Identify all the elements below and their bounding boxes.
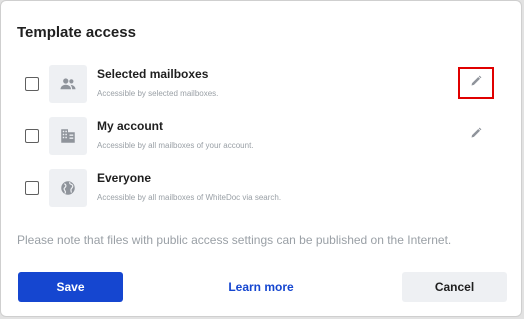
everyone-checkbox[interactable] (25, 181, 39, 195)
edit-my-account-button[interactable] (458, 119, 494, 151)
edit-selected-mailboxes-button[interactable] (458, 67, 494, 99)
dialog-title: Template access (17, 24, 136, 41)
pencil-icon (470, 126, 482, 144)
selected-mailboxes-checkbox[interactable] (25, 77, 39, 91)
option-label: Selected mailboxes (97, 67, 209, 81)
option-description: Accessible by all mailboxes of WhiteDoc … (97, 193, 282, 202)
public-access-note: Please note that files with public acces… (17, 233, 452, 247)
option-description: Accessible by selected mailboxes. (97, 89, 219, 98)
option-label: My account (97, 119, 164, 133)
option-description: Accessible by all mailboxes of your acco… (97, 141, 254, 150)
building-icon (49, 117, 87, 155)
globe-icon (49, 169, 87, 207)
option-selected-mailboxes: Selected mailboxes Accessible by selecte… (1, 65, 521, 105)
option-label: Everyone (97, 171, 152, 185)
pencil-icon (470, 74, 482, 92)
template-access-dialog: Template access Selected mailboxes Acces… (0, 0, 522, 317)
option-my-account: My account Accessible by all mailboxes o… (1, 117, 521, 157)
option-everyone: Everyone Accessible by all mailboxes of … (1, 169, 521, 209)
save-button[interactable]: Save (18, 272, 123, 302)
my-account-checkbox[interactable] (25, 129, 39, 143)
learn-more-link[interactable]: Learn more (211, 272, 311, 302)
people-icon (49, 65, 87, 103)
cancel-button[interactable]: Cancel (402, 272, 507, 302)
